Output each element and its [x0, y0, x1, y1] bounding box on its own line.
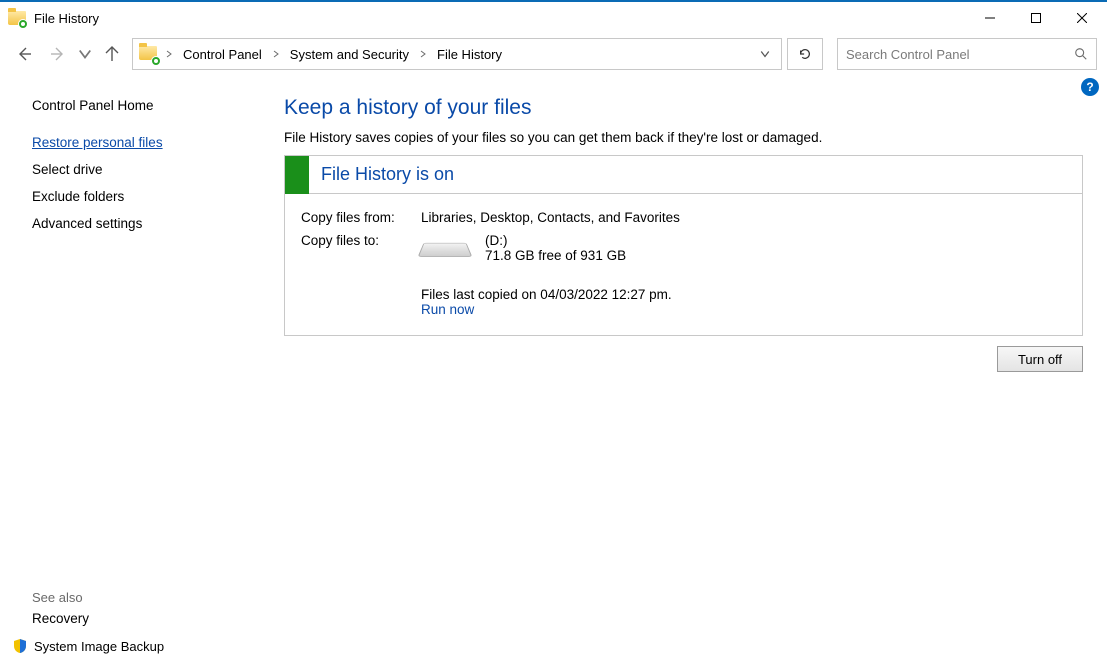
navbar: Control Panel System and Security File H…	[0, 34, 1107, 74]
status-title: File History is on	[321, 164, 454, 185]
turn-off-button[interactable]: Turn off	[997, 346, 1083, 372]
search-box[interactable]	[837, 38, 1097, 70]
page-heading: Keep a history of your files	[284, 96, 1083, 120]
chevron-right-icon[interactable]	[417, 50, 429, 58]
copy-from-label: Copy files from:	[301, 210, 421, 225]
status-header: File History is on	[285, 156, 1082, 194]
drive-name: (D:)	[485, 233, 626, 248]
address-dropdown-button[interactable]	[753, 49, 777, 59]
help-button[interactable]: ?	[1081, 78, 1099, 96]
forward-button[interactable]	[44, 40, 72, 68]
see-also-label: System Image Backup	[34, 639, 164, 654]
folder-history-icon	[8, 9, 26, 27]
run-now-link[interactable]: Run now	[421, 302, 1066, 317]
search-input[interactable]	[846, 47, 1074, 62]
breadcrumb-item[interactable]: Control Panel	[177, 40, 268, 68]
window-title: File History	[34, 11, 99, 26]
drive-icon	[421, 237, 469, 265]
minimize-button[interactable]	[967, 3, 1013, 33]
see-also-recovery[interactable]: Recovery	[32, 605, 220, 632]
drive-space: 71.8 GB free of 931 GB	[485, 248, 626, 263]
main-content: Keep a history of your files File Histor…	[240, 74, 1107, 672]
back-button[interactable]	[10, 40, 38, 68]
copy-to-label: Copy files to:	[301, 233, 421, 265]
status-indicator-icon	[285, 156, 309, 194]
up-button[interactable]	[98, 40, 126, 68]
page-subtitle: File History saves copies of your files …	[284, 130, 1083, 145]
see-also-heading: See also	[32, 570, 220, 605]
sidebar: Control Panel Home Restore personal file…	[0, 74, 240, 672]
sidebar-link-select-drive[interactable]: Select drive	[32, 156, 220, 183]
sidebar-link-exclude-folders[interactable]: Exclude folders	[32, 183, 220, 210]
maximize-button[interactable]	[1013, 3, 1059, 33]
chevron-right-icon[interactable]	[270, 50, 282, 58]
sidebar-link-restore[interactable]: Restore personal files	[32, 129, 220, 156]
folder-history-icon	[139, 44, 159, 64]
see-also-system-image-backup[interactable]: System Image Backup	[12, 632, 220, 660]
shield-icon	[12, 638, 28, 654]
recent-locations-button[interactable]	[78, 40, 92, 68]
chevron-right-icon[interactable]	[163, 50, 175, 58]
refresh-button[interactable]	[787, 38, 823, 70]
control-panel-home-link[interactable]: Control Panel Home	[32, 92, 220, 123]
copy-from-value: Libraries, Desktop, Contacts, and Favori…	[421, 210, 680, 225]
breadcrumb-item[interactable]: System and Security	[284, 40, 415, 68]
titlebar: File History	[0, 2, 1107, 34]
search-icon	[1074, 47, 1088, 61]
last-copied-text: Files last copied on 04/03/2022 12:27 pm…	[421, 287, 1066, 302]
close-button[interactable]	[1059, 3, 1105, 33]
status-panel: File History is on Copy files from: Libr…	[284, 155, 1083, 336]
breadcrumb-item[interactable]: File History	[431, 40, 508, 68]
address-bar[interactable]: Control Panel System and Security File H…	[132, 38, 782, 70]
sidebar-link-advanced[interactable]: Advanced settings	[32, 210, 220, 237]
